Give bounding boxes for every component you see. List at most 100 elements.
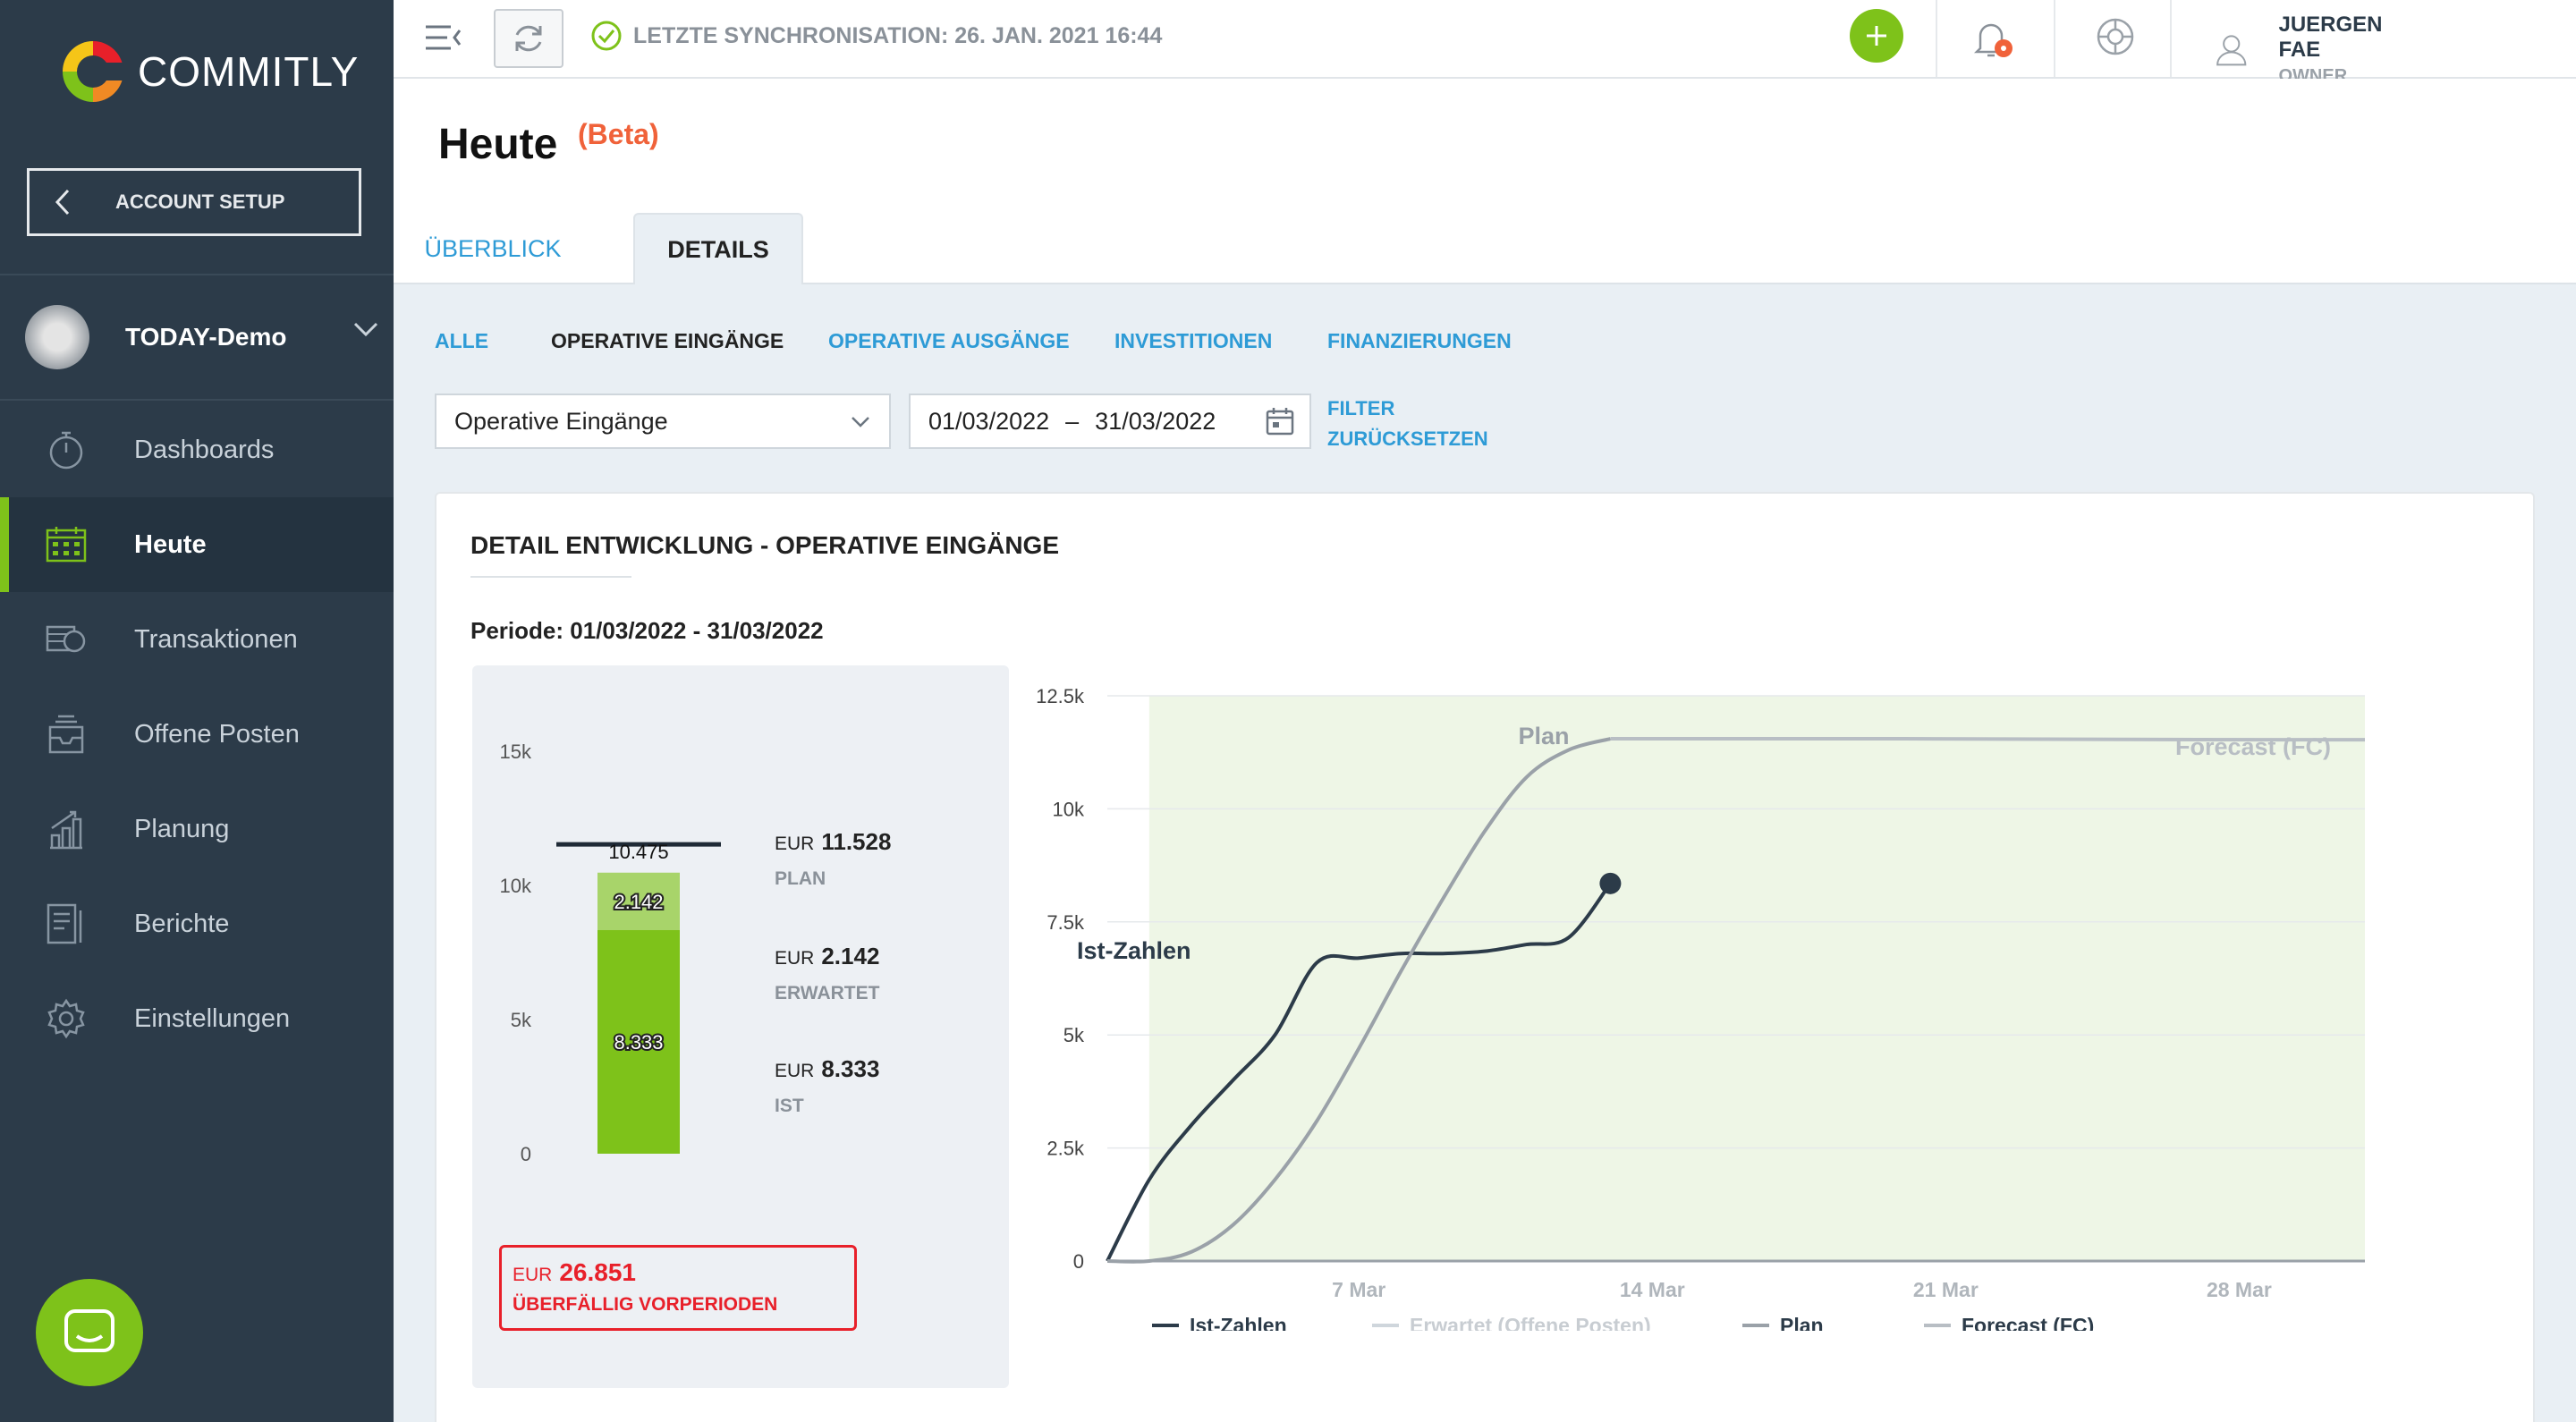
sidebar-item-transaktionen[interactable]: Transaktionen xyxy=(0,592,394,687)
y-tick-label: 5k xyxy=(1063,1024,1085,1046)
user-menu[interactable]: JUERGEN FAE OWNER xyxy=(2215,13,2576,87)
y-tick-label: 10k xyxy=(1053,798,1085,820)
filter-reset-line2: ZURÜCKSETZEN xyxy=(1327,427,1488,450)
chat-icon xyxy=(64,1309,114,1352)
calendar-icon xyxy=(1266,408,1294,436)
commitly-logo[interactable]: COMMITLY xyxy=(57,36,359,107)
company-switcher[interactable]: TODAY-Demo xyxy=(0,277,394,397)
card-title: DETAIL ENTWICKLUNG - OPERATIVE EINGÄNGE xyxy=(470,531,1060,559)
sync-status-text: LETZTE SYNCHRONISATION: 26. JAN. 2021 16… xyxy=(633,22,1163,48)
y-tick-label: 2.5k xyxy=(1046,1138,1085,1160)
chevron-left-icon xyxy=(55,189,70,216)
chevron-down-icon xyxy=(852,417,869,427)
sidebar-divider xyxy=(0,274,394,275)
date-from: 01/03/2022 xyxy=(928,407,1050,435)
x-tick-label: 14 Mar xyxy=(1620,1278,1685,1301)
calendar-grid-icon xyxy=(45,523,88,566)
filter-reset-line1: FILTER xyxy=(1327,397,1395,419)
stat-value: 8.333 xyxy=(821,1055,880,1082)
subtab-operative-ausgaenge[interactable]: OPERATIVE AUSGÄNGE xyxy=(828,329,1070,353)
overdue-label: ÜBERFÄLLIG VORPERIODEN xyxy=(513,1294,778,1315)
page-title: Heute xyxy=(438,121,558,168)
notifications-button[interactable] xyxy=(1970,16,2014,65)
menu-collapse-icon xyxy=(426,25,462,50)
stopwatch-icon xyxy=(45,428,88,471)
ist-endpoint-marker xyxy=(1599,872,1622,894)
sidebar-item-berichte[interactable]: Berichte xyxy=(0,876,394,971)
stat-value: 11.528 xyxy=(821,828,892,855)
stat-erwartet: EUR 2.142 ERWARTET xyxy=(775,943,879,1004)
plan-marker-label: 10.475 xyxy=(608,841,668,863)
date-range-picker[interactable]: 01/03/2022 – 31/03/2022 xyxy=(909,394,1311,449)
overdue-currency: EUR xyxy=(513,1265,553,1285)
sidebar-item-label: Einstellungen xyxy=(134,1003,291,1033)
page-header: Heute (Beta) ÜBERBLICK DETAILS xyxy=(394,79,2576,284)
tab-details[interactable]: DETAILS xyxy=(633,213,803,284)
y-tick-label: 15k xyxy=(500,741,532,763)
stat-label: IST xyxy=(775,1096,804,1116)
topbar-divider xyxy=(2170,0,2172,77)
user-name: JUERGEN FAE xyxy=(2278,13,2383,62)
menu-collapse-button[interactable] xyxy=(424,21,463,58)
check-circle-icon xyxy=(591,21,622,51)
annotation-plan: Plan xyxy=(1518,723,1569,749)
add-button[interactable] xyxy=(1850,9,1903,63)
commitly-logo-icon xyxy=(63,41,129,102)
subtab-investitionen[interactable]: INVESTITIONEN xyxy=(1114,329,1272,353)
detail-card: DETAIL ENTWICKLUNG - OPERATIVE EINGÄNGE … xyxy=(435,492,2535,1422)
x-tick-label: 21 Mar xyxy=(1913,1278,1979,1301)
topbar-divider xyxy=(2054,0,2055,77)
category-select[interactable]: Operative Eingänge xyxy=(435,394,891,449)
y-tick-label: 7.5k xyxy=(1046,911,1085,934)
sidebar: COMMITLY ACCOUNT SETUP TODAY-Demo Dashbo… xyxy=(0,0,394,1422)
date-to: 31/03/2022 xyxy=(1095,407,1216,435)
sidebar-item-einstellungen[interactable]: Einstellungen xyxy=(0,971,394,1066)
sidebar-item-heute[interactable]: Heute xyxy=(0,497,394,592)
subtab-alle[interactable]: ALLE xyxy=(435,329,488,353)
legend-label: Erwartet (Offene Posten) xyxy=(1410,1314,1651,1331)
date-separator: – xyxy=(1065,407,1080,435)
inbox-tray-icon xyxy=(45,713,88,756)
gear-icon xyxy=(45,997,88,1040)
y-tick-label: 12.5k xyxy=(1036,685,1085,707)
stat-value: 2.142 xyxy=(821,943,880,969)
sidebar-nav: Dashboards Heute Transaktionen Offene Po… xyxy=(0,402,394,1066)
lifebuoy-icon xyxy=(2097,18,2134,55)
y-tick-label: 0 xyxy=(1073,1250,1084,1273)
help-button[interactable] xyxy=(2095,16,2136,62)
sidebar-item-label: Transaktionen xyxy=(134,624,298,654)
subtab-operative-eingaenge[interactable]: OPERATIVE EINGÄNGE xyxy=(551,329,784,353)
stat-currency: EUR xyxy=(775,1061,815,1081)
annotation-forecast: Forecast (FC) xyxy=(2175,733,2331,760)
sidebar-item-label: Dashboards xyxy=(134,435,275,464)
bar-data-label: 2.142 xyxy=(614,891,663,913)
y-tick-label: 10k xyxy=(500,875,532,897)
filter-reset-link[interactable]: FILTER ZURÜCKSETZEN xyxy=(1327,394,1488,454)
stat-currency: EUR xyxy=(775,834,815,854)
coins-icon xyxy=(45,618,88,661)
legend-label: Ist-Zahlen xyxy=(1190,1314,1287,1331)
account-setup-button[interactable]: ACCOUNT SETUP xyxy=(27,168,361,236)
sidebar-item-dashboards[interactable]: Dashboards xyxy=(0,402,394,497)
subtab-finanzierungen[interactable]: FINANZIERUNGEN xyxy=(1327,329,1512,353)
summary-panel: 0 5k 10k 15k 8.333 2.142 10.475 EUR 11.528 PLAN… xyxy=(472,665,1009,1388)
stacked-bar-chart: 0 5k 10k 15k 8.333 2.142 10.475 xyxy=(500,741,721,1165)
legend-label: Forecast (FC) xyxy=(1962,1314,2094,1331)
sidebar-item-label: Planung xyxy=(134,814,230,843)
y-tick-label: 0 xyxy=(521,1143,531,1165)
stat-label: PLAN xyxy=(775,868,826,889)
sync-button[interactable] xyxy=(494,9,564,68)
overdue-box[interactable]: EUR 26.851 ÜBERFÄLLIG VORPERIODEN xyxy=(499,1245,857,1331)
topbar: LETZTE SYNCHRONISATION: 26. JAN. 2021 16… xyxy=(394,0,2576,86)
period-label: Periode: 01/03/2022 - 31/03/2022 xyxy=(470,617,824,644)
forecast-region xyxy=(1148,696,2365,1261)
company-name: TODAY-Demo xyxy=(125,323,287,351)
sidebar-item-offene-posten[interactable]: Offene Posten xyxy=(0,687,394,782)
y-tick-label: 5k xyxy=(511,1009,532,1031)
stat-plan: EUR 11.528 PLAN xyxy=(775,828,891,890)
chat-button[interactable] xyxy=(36,1279,143,1386)
stat-ist: EUR 8.333 IST xyxy=(775,1055,879,1117)
card-title-underline xyxy=(470,576,631,578)
tab-ueberblick[interactable]: ÜBERBLICK xyxy=(424,213,561,284)
sidebar-item-planung[interactable]: Planung xyxy=(0,782,394,876)
